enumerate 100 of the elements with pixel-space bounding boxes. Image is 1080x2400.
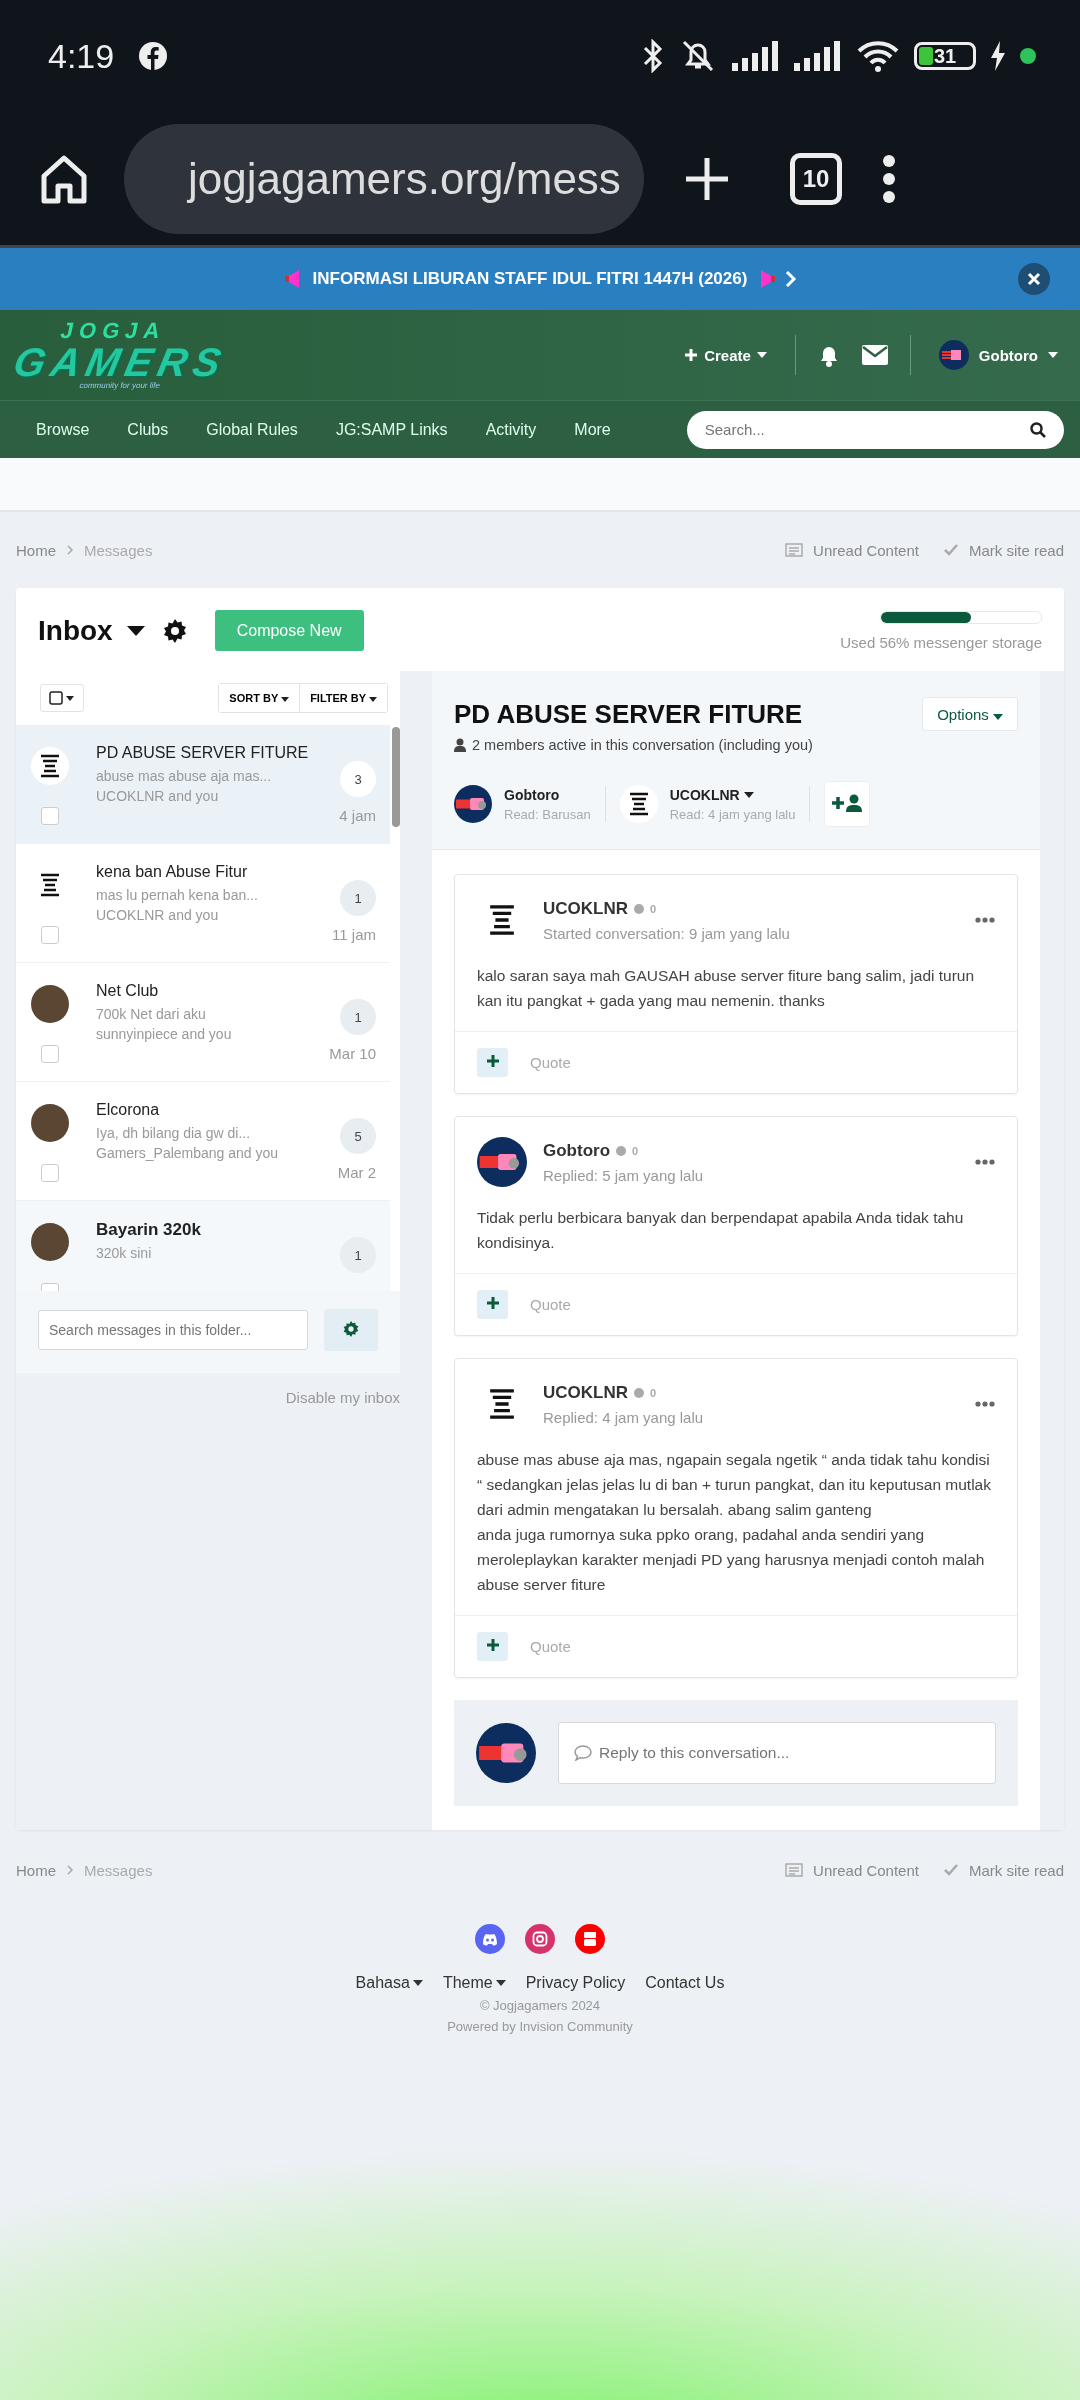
conversation-members: UCOKLNR and you — [96, 787, 220, 804]
scrollbar[interactable] — [392, 727, 400, 827]
caret-down-icon — [495, 1980, 506, 1986]
create-button[interactable]: Create — [678, 345, 773, 365]
checkbox[interactable] — [41, 807, 59, 825]
instagram-icon[interactable] — [525, 1924, 555, 1954]
user-menu-button[interactable]: Gobtoro — [932, 339, 1064, 371]
conversation-heading: PD ABUSE SERVER FITURE — [454, 698, 803, 730]
plus-icon — [485, 1638, 500, 1652]
conversation-snippet: mas lu pernah kena ban... — [96, 886, 259, 903]
search-settings-button[interactable] — [324, 1309, 378, 1351]
author-name[interactable]: UCOKLNR — [543, 1382, 628, 1403]
post-date: Replied: 4 jam yang lalu — [543, 1408, 704, 1426]
nav-link[interactable]: More — [574, 420, 611, 439]
conversation-members: UCOKLNR and you — [96, 906, 220, 923]
conversation-time: 11 jam — [332, 926, 376, 943]
nav-link[interactable]: Clubs — [127, 420, 169, 439]
reply-field[interactable]: Reply to this conversation... — [558, 1722, 996, 1784]
plus-icon[interactable] — [684, 155, 730, 202]
nav-link[interactable]: Browse — [36, 420, 90, 439]
conversation-members: Gamers_Palembang and you — [96, 1144, 280, 1161]
close-icon[interactable] — [1018, 263, 1050, 295]
post-date: Started conversation: 9 jam yang lalu — [543, 924, 790, 942]
chevron-right-icon[interactable] — [785, 270, 798, 288]
post-date: Replied: 5 jam yang lalu — [543, 1166, 704, 1184]
participant-name[interactable]: UCOKLNR — [669, 786, 796, 803]
conversation-title: kena ban Abuse Fitur — [96, 862, 249, 882]
gear-icon — [343, 1320, 359, 1337]
reply-count: 1 — [340, 1237, 376, 1273]
mail-icon[interactable] — [861, 345, 888, 365]
cat-avatar — [938, 340, 969, 370]
banner-text[interactable]: INFORMASI LIBURAN STAFF IDUL FITRI 1447H (2026) — [312, 269, 748, 289]
read-status: Read: 4 jam yang lalu — [669, 806, 796, 822]
caret-down-icon — [743, 791, 754, 798]
multiquote-button[interactable] — [477, 1290, 508, 1319]
caret-down-icon[interactable] — [126, 625, 145, 636]
conversation-snippet: abuse mas abuse aja mas... — [96, 767, 273, 784]
filter-button[interactable]: FILTER BY — [299, 684, 387, 712]
site-logo[interactable]: JOGJA GAMERS community for your life — [8, 320, 235, 390]
participant-name[interactable]: Gobtoro — [504, 786, 591, 803]
status-time: 4:19 — [48, 36, 115, 76]
cat-avatar — [454, 785, 492, 823]
sticker-avatar — [619, 785, 658, 823]
nav-link[interactable]: Activity — [485, 420, 537, 439]
reply-count: 1 — [340, 880, 376, 916]
cat-avatar — [476, 1723, 536, 1783]
footer-link[interactable]: Bahasa — [355, 1974, 423, 1992]
settings-icon[interactable] — [162, 618, 187, 643]
message-text: Tidak perlu berbicara banyak dan berpendapat apabila Anda tidak tahu kondisinya. — [477, 1208, 965, 1253]
tab-count-button[interactable]: 10 — [790, 152, 842, 205]
search-field[interactable]: Search... — [686, 410, 1064, 449]
footer-link[interactable]: Theme — [442, 1974, 506, 1992]
more-icon[interactable] — [975, 1401, 995, 1407]
conversation-item[interactable]: Bayarin 320k 320k sini 1 — [16, 1201, 390, 1291]
multiquote-button[interactable] — [477, 1632, 508, 1661]
reputation-dot-icon — [616, 1145, 627, 1156]
select-dropdown[interactable] — [40, 684, 84, 712]
signal-icon — [732, 41, 780, 71]
caret-down-icon — [412, 1980, 423, 1986]
read-status: Read: Barusan — [504, 806, 591, 822]
folder-title[interactable]: Inbox — [38, 614, 113, 647]
search-icon[interactable] — [1030, 421, 1046, 438]
conversation-item[interactable]: PD ABUSE SERVER FITURE abuse mas abuse aja mas... UCOKLNR and you 3 4 jam — [16, 725, 390, 844]
battery-indicator: 31 — [914, 42, 976, 70]
reputation-count: 0 — [650, 902, 657, 915]
reply-count: 3 — [340, 761, 376, 797]
author-name[interactable]: UCOKLNR — [543, 898, 628, 919]
conversation-title: Elcorona — [96, 1100, 161, 1120]
nav-link[interactable]: Global Rules — [206, 420, 298, 439]
discord-icon[interactable] — [475, 1924, 505, 1954]
options-button[interactable]: Options — [922, 697, 1018, 731]
caret-down-icon — [756, 352, 767, 358]
checkbox[interactable] — [41, 1164, 59, 1182]
status-dot-icon — [1020, 48, 1036, 64]
reputation-count: 0 — [650, 1386, 657, 1399]
footer-link[interactable]: Privacy Policy — [525, 1974, 626, 1992]
chevron-right-icon — [66, 544, 74, 556]
more-icon[interactable] — [975, 1159, 995, 1165]
checkbox[interactable] — [41, 926, 59, 944]
conversation-time: Mar 2 — [337, 1164, 376, 1181]
conversation-title: Bayarin 320k — [96, 1219, 202, 1241]
caret-down-icon — [281, 697, 290, 702]
add-participant-button[interactable] — [824, 781, 871, 827]
author-name[interactable]: Gobtoro — [543, 1140, 611, 1161]
more-options-icon[interactable] — [882, 153, 896, 204]
home-icon[interactable] — [40, 153, 88, 204]
conversation-snippet: 320k sini — [96, 1245, 153, 1262]
url-text: jogjagamers.org/mess — [188, 153, 621, 204]
more-icon[interactable] — [975, 917, 995, 923]
nav-link[interactable]: JG:SAMP Links — [335, 420, 448, 439]
sticker-avatar — [31, 747, 69, 785]
checkbox[interactable] — [41, 1045, 59, 1063]
copyright-text: © Jogjagamers 2024 — [479, 1998, 601, 2013]
user-icon — [454, 738, 466, 752]
footer-link[interactable]: Contact Us — [645, 1974, 725, 1992]
address-bar[interactable]: jogjagamers.org/mess — [124, 123, 644, 234]
multiquote-button[interactable] — [477, 1048, 508, 1077]
search-field[interactable]: Search messages in this folder... — [38, 1310, 308, 1350]
reputation-count: 0 — [632, 1144, 639, 1157]
wifi-icon — [856, 39, 900, 73]
